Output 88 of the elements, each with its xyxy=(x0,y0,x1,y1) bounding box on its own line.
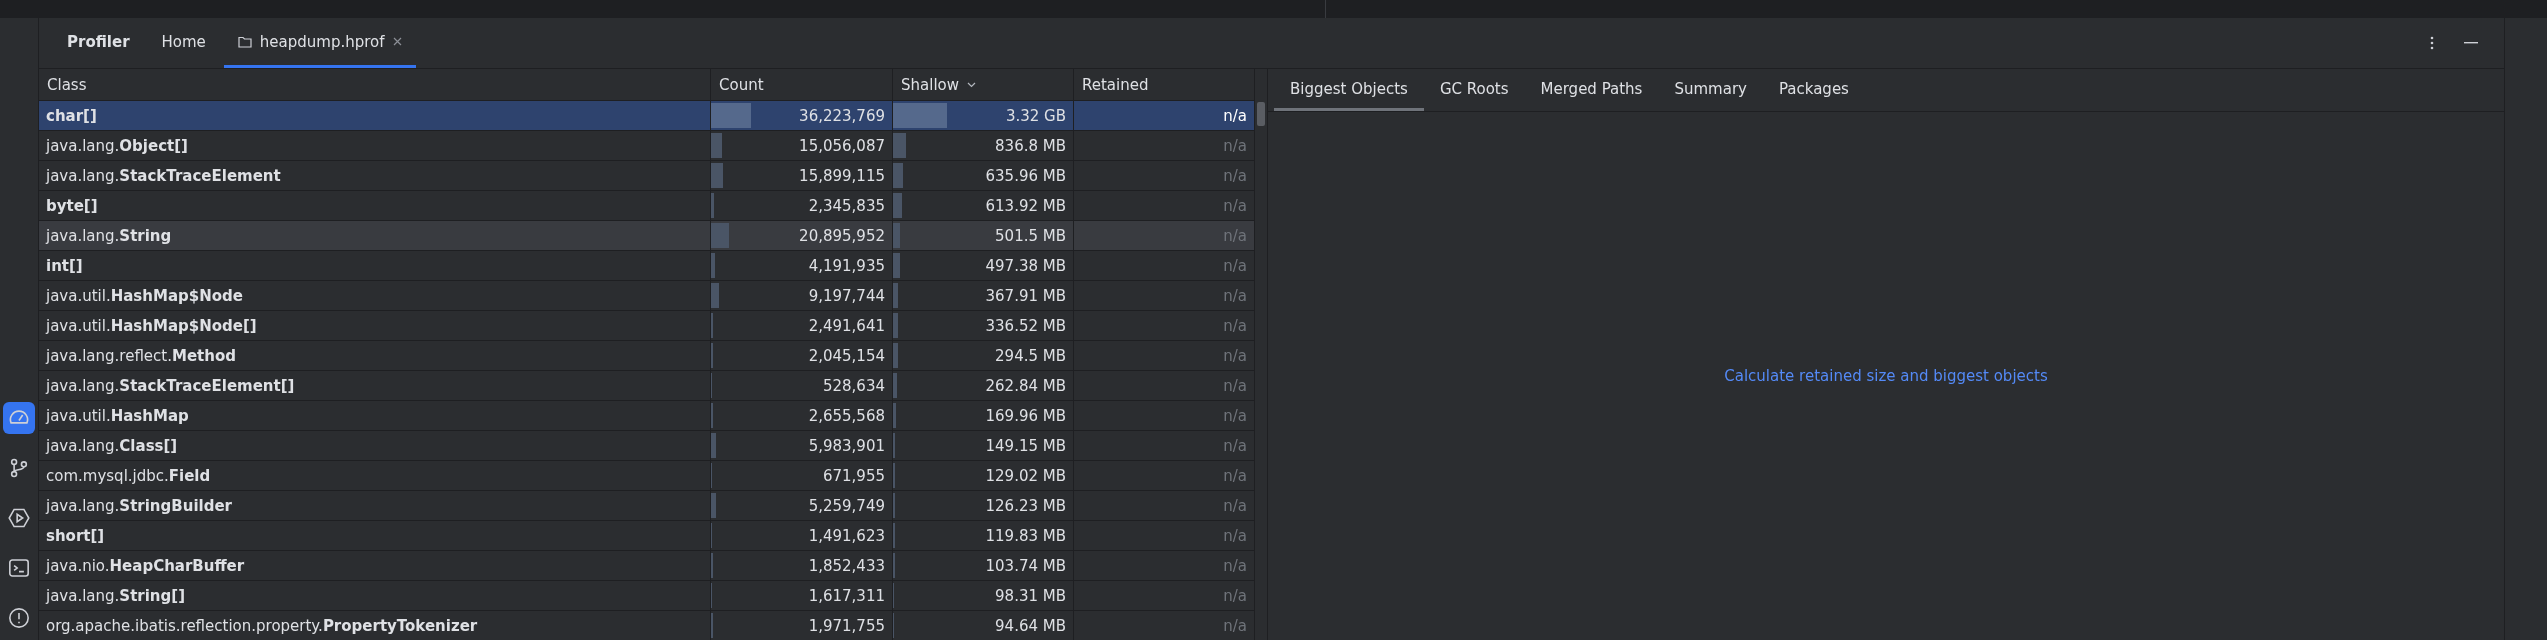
calculate-link[interactable]: Calculate retained size and biggest objects xyxy=(1724,367,2048,385)
retained-size: n/a xyxy=(1223,616,1247,635)
tab[interactable]: Merged Paths xyxy=(1524,69,1659,111)
folder-icon xyxy=(237,35,252,48)
more-options-icon[interactable] xyxy=(2430,36,2434,50)
table-row[interactable]: java.lang.Class[] 5,983,901 149.15 MB n/a xyxy=(39,431,1255,461)
count-value: 15,899,115 xyxy=(799,166,885,185)
retained-size: n/a xyxy=(1223,256,1247,275)
shallow-size: 501.5 MB xyxy=(995,226,1066,245)
table-row[interactable]: java.lang.StackTraceElement 15,899,115 635.96 MB n/a xyxy=(39,161,1255,191)
shallow-size: 98.31 MB xyxy=(995,586,1066,605)
retained-size: n/a xyxy=(1223,556,1247,575)
retained-size: n/a xyxy=(1223,226,1247,245)
count-value: 2,491,641 xyxy=(808,316,885,335)
retained-size: n/a xyxy=(1223,196,1247,215)
column-header[interactable]: Class xyxy=(39,69,711,100)
scrollbar-thumb[interactable] xyxy=(1257,102,1265,126)
retained-size: n/a xyxy=(1223,106,1247,125)
shallow-size: 103.74 MB xyxy=(985,556,1066,575)
count-value: 528,634 xyxy=(822,376,885,395)
table-row[interactable]: char[] 36,223,769 3.32 GB n/a xyxy=(39,101,1255,131)
retained-size: n/a xyxy=(1223,286,1247,305)
table-row[interactable]: java.util.HashMap 2,655,568 169.96 MB n/a xyxy=(39,401,1255,431)
count-value: 5,983,901 xyxy=(808,436,885,455)
table-row[interactable]: java.nio.HeapCharBuffer 1,852,433 103.74 MB n/a xyxy=(39,551,1255,581)
count-value: 15,056,087 xyxy=(799,136,885,155)
count-value: 1,852,433 xyxy=(808,556,885,575)
table-row[interactable]: com.mysql.jdbc.Field 671,955 129.02 MB n/a xyxy=(39,461,1255,491)
retained-size: n/a xyxy=(1223,436,1247,455)
tab[interactable]: Profiler xyxy=(53,18,144,68)
count-value: 2,345,835 xyxy=(808,196,885,215)
retained-size: n/a xyxy=(1223,316,1247,335)
table-row[interactable]: java.lang.StringBuilder 5,259,749 126.23 MB n/a xyxy=(39,491,1255,521)
shallow-size: 149.15 MB xyxy=(985,436,1066,455)
shallow-size: 497.38 MB xyxy=(985,256,1066,275)
shallow-size: 613.92 MB xyxy=(985,196,1066,215)
retained-size: n/a xyxy=(1223,406,1247,425)
shallow-size: 836.8 MB xyxy=(995,136,1066,155)
minimize-icon[interactable] xyxy=(2464,42,2478,44)
retained-size: n/a xyxy=(1223,376,1247,395)
shallow-size: 129.02 MB xyxy=(985,466,1066,485)
count-value: 4,191,935 xyxy=(808,256,885,275)
table-row[interactable]: java.lang.String 20,895,952 501.5 MB n/a xyxy=(39,221,1255,251)
retained-size: n/a xyxy=(1223,496,1247,515)
gauge-icon[interactable] xyxy=(3,402,35,434)
retained-size: n/a xyxy=(1223,136,1247,155)
shallow-size: 126.23 MB xyxy=(985,496,1066,515)
count-value: 5,259,749 xyxy=(808,496,885,515)
tab[interactable]: Home xyxy=(147,18,220,68)
count-value: 36,223,769 xyxy=(799,106,885,125)
shallow-size: 94.64 MB xyxy=(995,616,1066,635)
column-header[interactable]: Shallow xyxy=(893,69,1074,100)
count-value: 2,045,154 xyxy=(808,346,885,365)
retained-size: n/a xyxy=(1223,586,1247,605)
count-value: 9,197,744 xyxy=(808,286,885,305)
retained-size: n/a xyxy=(1223,346,1247,365)
close-icon[interactable] xyxy=(392,37,402,46)
table-row[interactable]: java.lang.reflect.Method 2,045,154 294.5 MB n/a xyxy=(39,341,1255,371)
count-value: 20,895,952 xyxy=(799,226,885,245)
shallow-size: 294.5 MB xyxy=(995,346,1066,365)
table-row[interactable]: java.lang.String[] 1,617,311 98.31 MB n/a xyxy=(39,581,1255,611)
retained-size: n/a xyxy=(1223,466,1247,485)
column-header[interactable]: Count xyxy=(711,69,893,100)
shallow-size: 3.32 GB xyxy=(1005,106,1066,125)
shallow-size: 635.96 MB xyxy=(985,166,1066,185)
retained-size: n/a xyxy=(1223,166,1247,185)
count-value: 1,617,311 xyxy=(808,586,885,605)
shallow-size: 336.52 MB xyxy=(985,316,1066,335)
retained-size: n/a xyxy=(1223,526,1247,545)
table-row[interactable]: java.util.HashMap$Node[] 2,491,641 336.52 MB n/a xyxy=(39,311,1255,341)
count-value: 2,655,568 xyxy=(808,406,885,425)
count-value: 1,971,755 xyxy=(808,616,885,635)
sort-chevron-icon[interactable] xyxy=(967,81,976,88)
table-row[interactable]: java.lang.StackTraceElement[] 528,634 262.84 MB n/a xyxy=(39,371,1255,401)
table-row[interactable]: int[] 4,191,935 497.38 MB n/a xyxy=(39,251,1255,281)
shallow-size: 169.96 MB xyxy=(985,406,1066,425)
table-row[interactable]: java.util.HashMap$Node 9,197,744 367.91 MB n/a xyxy=(39,281,1255,311)
table-row[interactable]: java.lang.Object[] 15,056,087 836.8 MB n/a xyxy=(39,131,1255,161)
count-value: 1,491,623 xyxy=(808,526,885,545)
tab[interactable]: Summary xyxy=(1658,69,1763,111)
tab[interactable]: GC Roots xyxy=(1423,69,1525,111)
shallow-size: 262.84 MB xyxy=(985,376,1066,395)
tab[interactable]: Packages xyxy=(1762,69,1865,111)
table-row[interactable]: short[] 1,491,623 119.83 MB n/a xyxy=(39,521,1255,551)
shallow-size: 119.83 MB xyxy=(985,526,1066,545)
tab[interactable]: Biggest Objects xyxy=(1274,69,1424,111)
shallow-size: 367.91 MB xyxy=(985,286,1066,305)
count-value: 671,955 xyxy=(822,466,885,485)
